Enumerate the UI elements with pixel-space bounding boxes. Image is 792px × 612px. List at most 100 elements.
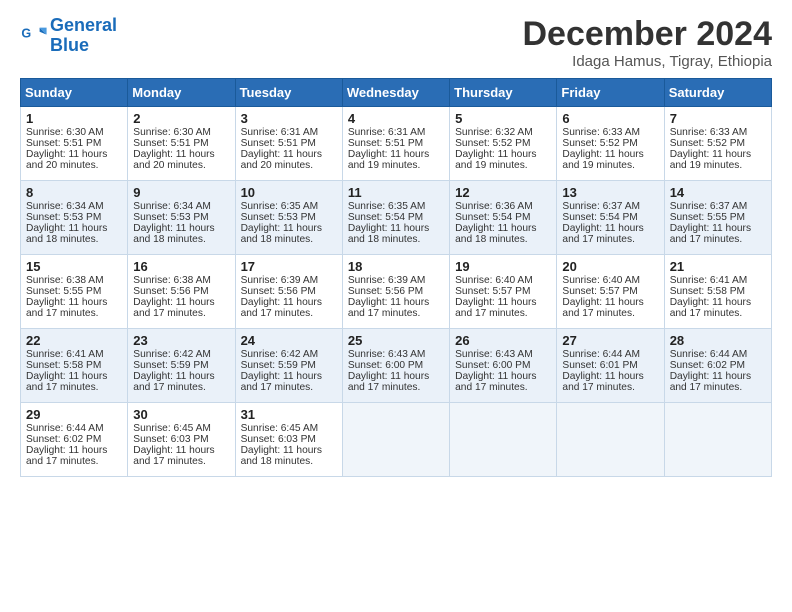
day-number: 31 (241, 407, 337, 422)
daylight-text: Daylight: 11 hours and 18 minutes. (26, 223, 107, 245)
sunset-text: Sunset: 5:51 PM (133, 138, 208, 149)
sunrise-text: Sunrise: 6:45 AM (133, 423, 211, 434)
daylight-text: Daylight: 11 hours and 17 minutes. (348, 371, 429, 393)
sunset-text: Sunset: 5:52 PM (455, 138, 530, 149)
day-number: 29 (26, 407, 122, 422)
daylight-text: Daylight: 11 hours and 17 minutes. (133, 371, 214, 393)
day-cell: 20 Sunrise: 6:40 AM Sunset: 5:57 PM Dayl… (557, 255, 664, 329)
header-thursday: Thursday (450, 79, 557, 107)
sunset-text: Sunset: 5:56 PM (133, 286, 208, 297)
day-cell: 15 Sunrise: 6:38 AM Sunset: 5:55 PM Dayl… (21, 255, 128, 329)
daylight-text: Daylight: 11 hours and 19 minutes. (670, 149, 751, 171)
sunset-text: Sunset: 5:54 PM (562, 212, 637, 223)
day-cell: 30 Sunrise: 6:45 AM Sunset: 6:03 PM Dayl… (128, 403, 235, 477)
sunrise-text: Sunrise: 6:42 AM (133, 349, 211, 360)
day-number: 18 (348, 259, 444, 274)
daylight-text: Daylight: 11 hours and 17 minutes. (241, 371, 322, 393)
day-number: 16 (133, 259, 229, 274)
daylight-text: Daylight: 11 hours and 20 minutes. (133, 149, 214, 171)
sunset-text: Sunset: 6:01 PM (562, 360, 637, 371)
sunset-text: Sunset: 5:56 PM (348, 286, 423, 297)
day-cell: 22 Sunrise: 6:41 AM Sunset: 5:58 PM Dayl… (21, 329, 128, 403)
day-cell: 11 Sunrise: 6:35 AM Sunset: 5:54 PM Dayl… (342, 181, 449, 255)
day-cell (557, 403, 664, 477)
day-number: 30 (133, 407, 229, 422)
month-title: December 2024 (522, 16, 772, 53)
daylight-text: Daylight: 11 hours and 17 minutes. (348, 297, 429, 319)
day-number: 5 (455, 111, 551, 126)
sunrise-text: Sunrise: 6:39 AM (241, 275, 319, 286)
day-cell: 9 Sunrise: 6:34 AM Sunset: 5:53 PM Dayli… (128, 181, 235, 255)
week-row-3: 15 Sunrise: 6:38 AM Sunset: 5:55 PM Dayl… (21, 255, 772, 329)
sunrise-text: Sunrise: 6:33 AM (670, 127, 748, 138)
sunset-text: Sunset: 5:58 PM (670, 286, 745, 297)
daylight-text: Daylight: 11 hours and 17 minutes. (241, 297, 322, 319)
sunset-text: Sunset: 5:52 PM (562, 138, 637, 149)
day-cell: 26 Sunrise: 6:43 AM Sunset: 6:00 PM Dayl… (450, 329, 557, 403)
day-number: 10 (241, 185, 337, 200)
sunset-text: Sunset: 5:54 PM (348, 212, 423, 223)
day-number: 19 (455, 259, 551, 274)
sunset-text: Sunset: 5:56 PM (241, 286, 316, 297)
sunrise-text: Sunrise: 6:34 AM (26, 201, 104, 212)
day-cell: 2 Sunrise: 6:30 AM Sunset: 5:51 PM Dayli… (128, 107, 235, 181)
day-cell: 25 Sunrise: 6:43 AM Sunset: 6:00 PM Dayl… (342, 329, 449, 403)
day-cell: 8 Sunrise: 6:34 AM Sunset: 5:53 PM Dayli… (21, 181, 128, 255)
logo-text: General Blue (50, 16, 117, 56)
day-cell (664, 403, 771, 477)
daylight-text: Daylight: 11 hours and 18 minutes. (241, 223, 322, 245)
sunrise-text: Sunrise: 6:35 AM (348, 201, 426, 212)
daylight-text: Daylight: 11 hours and 17 minutes. (455, 297, 536, 319)
daylight-text: Daylight: 11 hours and 18 minutes. (133, 223, 214, 245)
day-cell: 13 Sunrise: 6:37 AM Sunset: 5:54 PM Dayl… (557, 181, 664, 255)
sunset-text: Sunset: 5:57 PM (455, 286, 530, 297)
day-number: 13 (562, 185, 658, 200)
sunrise-text: Sunrise: 6:32 AM (455, 127, 533, 138)
svg-text:G: G (21, 26, 31, 40)
day-cell: 17 Sunrise: 6:39 AM Sunset: 5:56 PM Dayl… (235, 255, 342, 329)
daylight-text: Daylight: 11 hours and 17 minutes. (26, 445, 107, 467)
sunset-text: Sunset: 5:53 PM (133, 212, 208, 223)
day-cell: 1 Sunrise: 6:30 AM Sunset: 5:51 PM Dayli… (21, 107, 128, 181)
sunrise-text: Sunrise: 6:43 AM (455, 349, 533, 360)
page: G General Blue December 2024 Idaga Hamus… (0, 0, 792, 612)
week-row-4: 22 Sunrise: 6:41 AM Sunset: 5:58 PM Dayl… (21, 329, 772, 403)
day-number: 2 (133, 111, 229, 126)
sunset-text: Sunset: 6:02 PM (26, 434, 101, 445)
day-cell: 10 Sunrise: 6:35 AM Sunset: 5:53 PM Dayl… (235, 181, 342, 255)
sunset-text: Sunset: 5:53 PM (26, 212, 101, 223)
day-cell (342, 403, 449, 477)
logo: G General Blue (20, 16, 117, 56)
logo-line2: Blue (50, 35, 89, 55)
header-sunday: Sunday (21, 79, 128, 107)
day-cell: 31 Sunrise: 6:45 AM Sunset: 6:03 PM Dayl… (235, 403, 342, 477)
header: G General Blue December 2024 Idaga Hamus… (20, 16, 772, 70)
day-cell: 4 Sunrise: 6:31 AM Sunset: 5:51 PM Dayli… (342, 107, 449, 181)
daylight-text: Daylight: 11 hours and 18 minutes. (455, 223, 536, 245)
sunrise-text: Sunrise: 6:36 AM (455, 201, 533, 212)
daylight-text: Daylight: 11 hours and 17 minutes. (455, 371, 536, 393)
sunrise-text: Sunrise: 6:31 AM (241, 127, 319, 138)
sunrise-text: Sunrise: 6:41 AM (26, 349, 104, 360)
calendar-table: Sunday Monday Tuesday Wednesday Thursday… (20, 78, 772, 477)
sunset-text: Sunset: 5:59 PM (133, 360, 208, 371)
sunrise-text: Sunrise: 6:44 AM (26, 423, 104, 434)
header-monday: Monday (128, 79, 235, 107)
sunset-text: Sunset: 6:00 PM (455, 360, 530, 371)
sunrise-text: Sunrise: 6:44 AM (670, 349, 748, 360)
sunrise-text: Sunrise: 6:37 AM (670, 201, 748, 212)
day-cell: 14 Sunrise: 6:37 AM Sunset: 5:55 PM Dayl… (664, 181, 771, 255)
sunrise-text: Sunrise: 6:33 AM (562, 127, 640, 138)
logo-line1: General (50, 15, 117, 35)
day-cell: 7 Sunrise: 6:33 AM Sunset: 5:52 PM Dayli… (664, 107, 771, 181)
daylight-text: Daylight: 11 hours and 19 minutes. (562, 149, 643, 171)
daylight-text: Daylight: 11 hours and 18 minutes. (348, 223, 429, 245)
sunrise-text: Sunrise: 6:41 AM (670, 275, 748, 286)
sunset-text: Sunset: 5:51 PM (26, 138, 101, 149)
sunrise-text: Sunrise: 6:42 AM (241, 349, 319, 360)
sunrise-text: Sunrise: 6:30 AM (26, 127, 104, 138)
sunrise-text: Sunrise: 6:35 AM (241, 201, 319, 212)
day-number: 9 (133, 185, 229, 200)
daylight-text: Daylight: 11 hours and 18 minutes. (241, 445, 322, 467)
sunset-text: Sunset: 5:57 PM (562, 286, 637, 297)
